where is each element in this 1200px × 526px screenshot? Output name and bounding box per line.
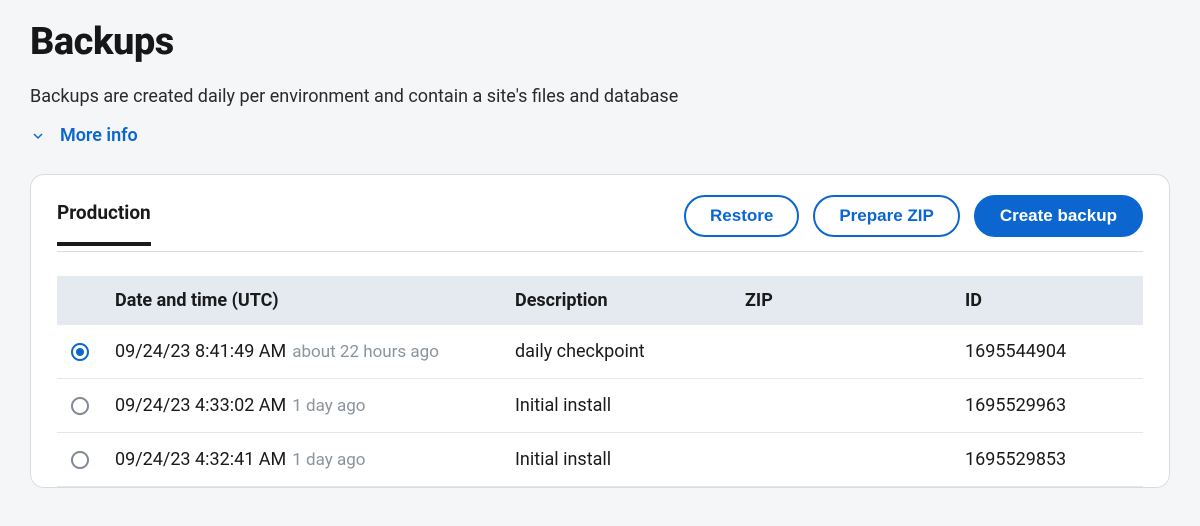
row-select-cell: [57, 379, 103, 433]
table-row: 09/24/23 4:33:02 AM 1 day ago Initial inst…: [57, 379, 1143, 433]
row-description: Initial install: [503, 433, 733, 487]
row-id: 1695529853: [953, 433, 1143, 487]
restore-button[interactable]: Restore: [684, 195, 799, 237]
row-datetime: 09/24/23 8:41:49 AM: [115, 341, 286, 362]
row-datetime-cell: 09/24/23 8:41:49 AM about 22 hours ago: [103, 325, 503, 379]
table-row: 09/24/23 8:41:49 AM about 22 hours ago dai…: [57, 325, 1143, 379]
row-select-cell: [57, 325, 103, 379]
row-relative-time: 1 day ago: [292, 396, 365, 416]
col-select-header: [57, 276, 103, 325]
col-date-header: Date and time (UTC): [103, 276, 503, 325]
row-select-cell: [57, 433, 103, 487]
page-subtitle: Backups are created daily per environmen…: [30, 86, 1170, 107]
table-header-row: Date and time (UTC) Description ZIP ID: [57, 276, 1143, 325]
row-zip: [733, 379, 953, 433]
tab-production[interactable]: Production: [57, 201, 151, 246]
row-zip: [733, 433, 953, 487]
col-id-header: ID: [953, 276, 1143, 325]
row-relative-time: 1 day ago: [292, 450, 365, 470]
panel-actions: Restore Prepare ZIP Create backup: [684, 195, 1143, 251]
row-select-radio[interactable]: [71, 451, 89, 469]
more-info-toggle[interactable]: More info: [30, 125, 138, 146]
page-title: Backups: [30, 20, 1170, 64]
col-description-header: Description: [503, 276, 733, 325]
prepare-zip-button[interactable]: Prepare ZIP: [813, 195, 960, 237]
row-select-radio[interactable]: [71, 343, 89, 361]
row-relative-time: about 22 hours ago: [292, 342, 439, 362]
backups-panel: Production Restore Prepare ZIP Create ba…: [30, 174, 1170, 488]
row-id: 1695544904: [953, 325, 1143, 379]
chevron-down-icon: [30, 128, 46, 144]
create-backup-button[interactable]: Create backup: [974, 195, 1143, 237]
row-description: Initial install: [503, 379, 733, 433]
col-zip-header: ZIP: [733, 276, 953, 325]
row-datetime: 09/24/23 4:32:41 AM: [115, 449, 286, 470]
tabs: Production: [57, 201, 151, 246]
row-id: 1695529963: [953, 379, 1143, 433]
row-datetime: 09/24/23 4:33:02 AM: [115, 395, 286, 416]
row-datetime-cell: 09/24/23 4:33:02 AM 1 day ago: [103, 379, 503, 433]
row-zip: [733, 325, 953, 379]
panel-header: Production Restore Prepare ZIP Create ba…: [57, 175, 1143, 252]
table-row: 09/24/23 4:32:41 AM 1 day ago Initial inst…: [57, 433, 1143, 487]
backups-table: Date and time (UTC) Description ZIP ID 0…: [57, 276, 1143, 487]
row-datetime-cell: 09/24/23 4:32:41 AM 1 day ago: [103, 433, 503, 487]
row-select-radio[interactable]: [71, 397, 89, 415]
row-description: daily checkpoint: [503, 325, 733, 379]
more-info-label: More info: [60, 125, 138, 146]
